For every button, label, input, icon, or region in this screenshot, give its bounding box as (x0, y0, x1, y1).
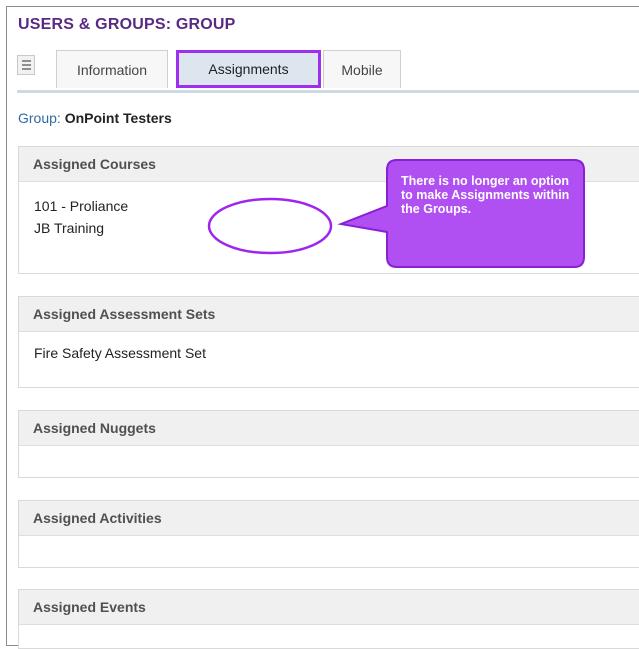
panel-title: Assigned Nuggets (19, 411, 639, 446)
assigned-activities-panel: Assigned Activities (18, 500, 639, 568)
callout-text: There is no longer an option to make Ass… (401, 174, 570, 216)
page-title: USERS & GROUPS: GROUP (18, 16, 236, 33)
group-name: OnPoint Testers (64, 110, 172, 126)
group-prefix: Group: (18, 110, 61, 126)
assigned-events-panel: Assigned Events (18, 589, 639, 649)
tab-underline (17, 90, 639, 93)
tab-mobile[interactable]: Mobile (323, 50, 401, 88)
panel-title: Assigned Assessment Sets (19, 297, 639, 332)
course-item[interactable]: JB Training (34, 217, 639, 239)
panel-title: Assigned Events (19, 590, 639, 625)
assigned-nuggets-panel: Assigned Nuggets (18, 410, 639, 478)
group-label: Group: OnPoint Testers (18, 110, 172, 126)
tab-assignments[interactable]: Assignments (176, 50, 321, 88)
assigned-assessment-sets-panel: Assigned Assessment Sets Fire Safety Ass… (18, 296, 639, 388)
assessment-item[interactable]: Fire Safety Assessment Set (34, 342, 639, 364)
panel-title: Assigned Activities (19, 501, 639, 536)
tab-information[interactable]: Information (56, 50, 168, 88)
menu-icon[interactable] (17, 55, 35, 75)
